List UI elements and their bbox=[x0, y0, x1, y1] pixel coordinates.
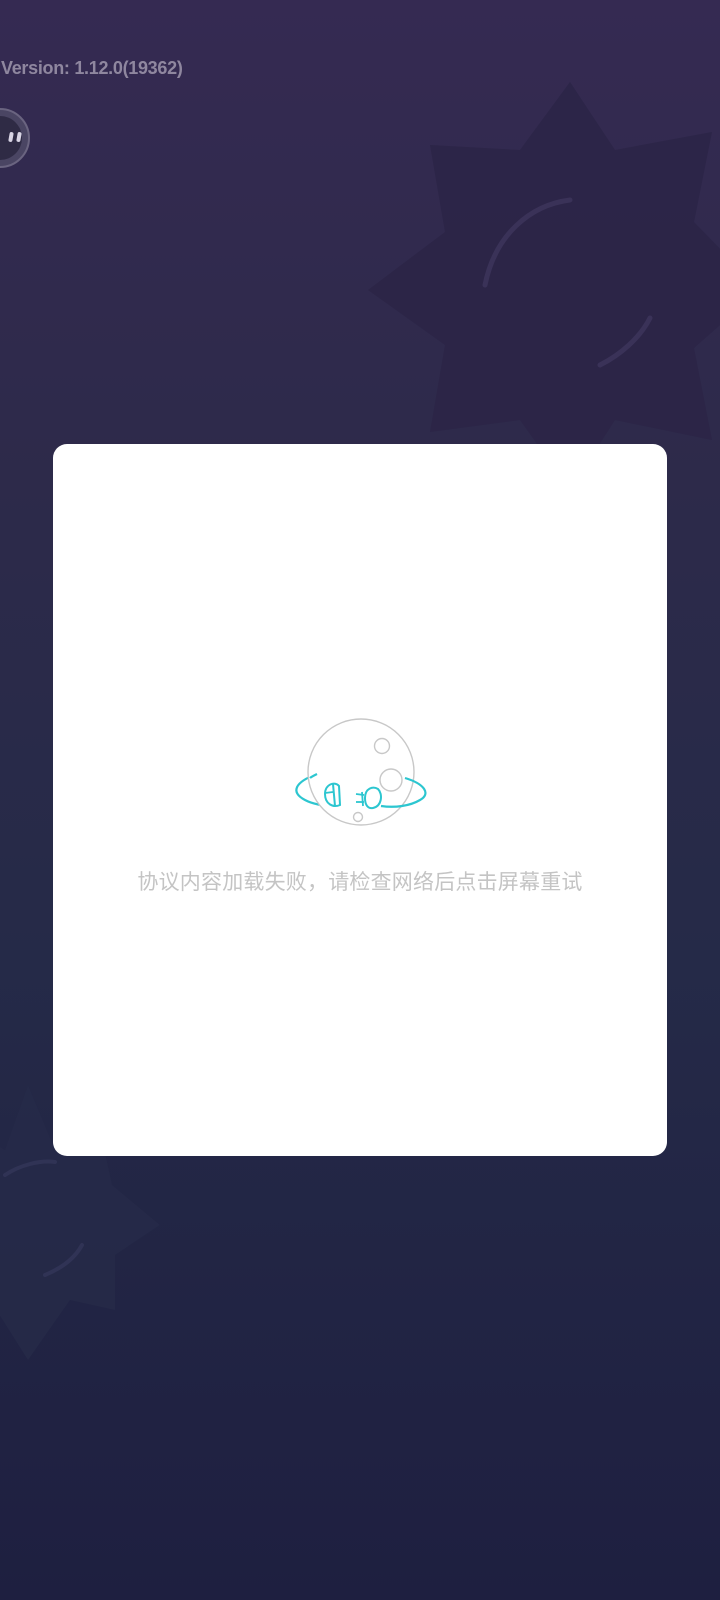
load-error-message: 协议内容加载失败，请检查网络后点击屏幕重试 bbox=[137, 870, 583, 894]
agreement-dialog[interactable]: 协议内容加载失败，请检查网络后点击屏幕重试 bbox=[53, 444, 667, 1156]
robot-avatar-icon[interactable] bbox=[0, 108, 30, 168]
star-shape bbox=[368, 82, 720, 490]
version-label: Version: 1.12.0(19362) bbox=[1, 58, 183, 78]
planet-unplugged-icon bbox=[295, 718, 427, 826]
